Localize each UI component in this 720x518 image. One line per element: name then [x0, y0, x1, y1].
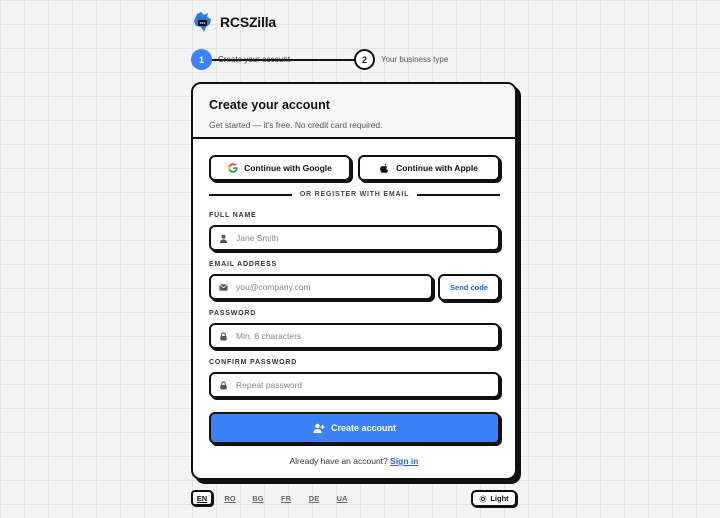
confirm-password-placeholder: Repeat password — [236, 380, 303, 390]
signin-prompt: Already have an account? — [289, 456, 388, 466]
brand-name: RCSZilla — [220, 14, 276, 30]
send-code-button[interactable]: Send code — [438, 274, 500, 301]
step-1: 1 Create your account — [191, 49, 290, 70]
social-login-row: Continue with Google Continue with Apple — [209, 155, 500, 181]
divider-text: OR REGISTER WITH EMAIL — [299, 191, 410, 198]
brand-logo[interactable]: RCSZilla — [192, 10, 276, 34]
step-1-number: 1 — [191, 49, 212, 70]
confirm-password-label: CONFIRM PASSWORD — [209, 359, 298, 366]
lock-icon — [220, 331, 227, 341]
envelope-icon — [219, 283, 228, 291]
or-divider: OR REGISTER WITH EMAIL — [209, 191, 501, 198]
theme-toggle-button[interactable]: Light — [471, 490, 517, 507]
confirm-password-input[interactable]: Repeat password — [209, 372, 500, 398]
step-1-label: Create your account — [218, 55, 291, 64]
card-header: Create your account Get started — it's f… — [193, 84, 515, 139]
apple-icon — [380, 163, 389, 173]
signin-link[interactable]: Sign in — [390, 456, 418, 466]
apple-signin-button[interactable]: Continue with Apple — [358, 155, 500, 181]
step-2-number: 2 — [354, 49, 375, 70]
card-subtitle: Get started — it's free. No credit card … — [209, 120, 383, 130]
add-user-icon — [313, 423, 325, 433]
card-title: Create your account — [209, 98, 330, 112]
create-account-button[interactable]: Create account — [209, 412, 500, 444]
signup-stepper: 1 Create your account 2 Your business ty… — [191, 49, 521, 71]
lang-de[interactable]: DE — [303, 490, 325, 506]
divider-line-left — [209, 193, 292, 196]
google-button-label: Continue with Google — [244, 163, 332, 173]
signin-row: Already have an account? Sign in — [193, 456, 515, 466]
password-placeholder: Min. 8 characters — [236, 331, 302, 341]
sun-icon — [479, 494, 488, 503]
divider-line-right — [417, 193, 501, 196]
full-name-label: FULL NAME — [209, 212, 257, 219]
apple-button-label: Continue with Apple — [396, 163, 478, 173]
lang-bg[interactable]: BG — [247, 490, 269, 506]
google-signin-button[interactable]: Continue with Google — [209, 155, 351, 181]
lang-fr[interactable]: FR — [275, 490, 297, 506]
lang-ro[interactable]: RO — [219, 490, 241, 506]
theme-label: Light — [490, 494, 509, 503]
email-label: EMAIL ADDRESS — [209, 261, 277, 268]
password-input[interactable]: Min. 8 characters — [209, 323, 500, 349]
signup-card: Create your account Get started — it's f… — [191, 82, 517, 480]
full-name-input[interactable]: Jane Smith — [209, 225, 500, 251]
email-placeholder: you@company.com — [236, 282, 311, 292]
lock-icon — [220, 380, 227, 390]
full-name-placeholder: Jane Smith — [236, 233, 279, 243]
lang-ua[interactable]: UA — [331, 490, 353, 506]
language-switcher: EN RO BG FR DE UA — [191, 490, 353, 506]
step-2-label: Your business type — [381, 55, 449, 64]
dragon-chat-logo-icon — [194, 12, 211, 32]
step-2: 2 Your business type — [354, 49, 448, 70]
lang-en[interactable]: EN — [191, 490, 213, 506]
create-account-label: Create account — [330, 423, 397, 433]
google-icon — [228, 163, 238, 173]
password-label: PASSWORD — [209, 310, 257, 317]
email-input[interactable]: you@company.com — [209, 274, 433, 300]
user-icon — [219, 234, 228, 243]
